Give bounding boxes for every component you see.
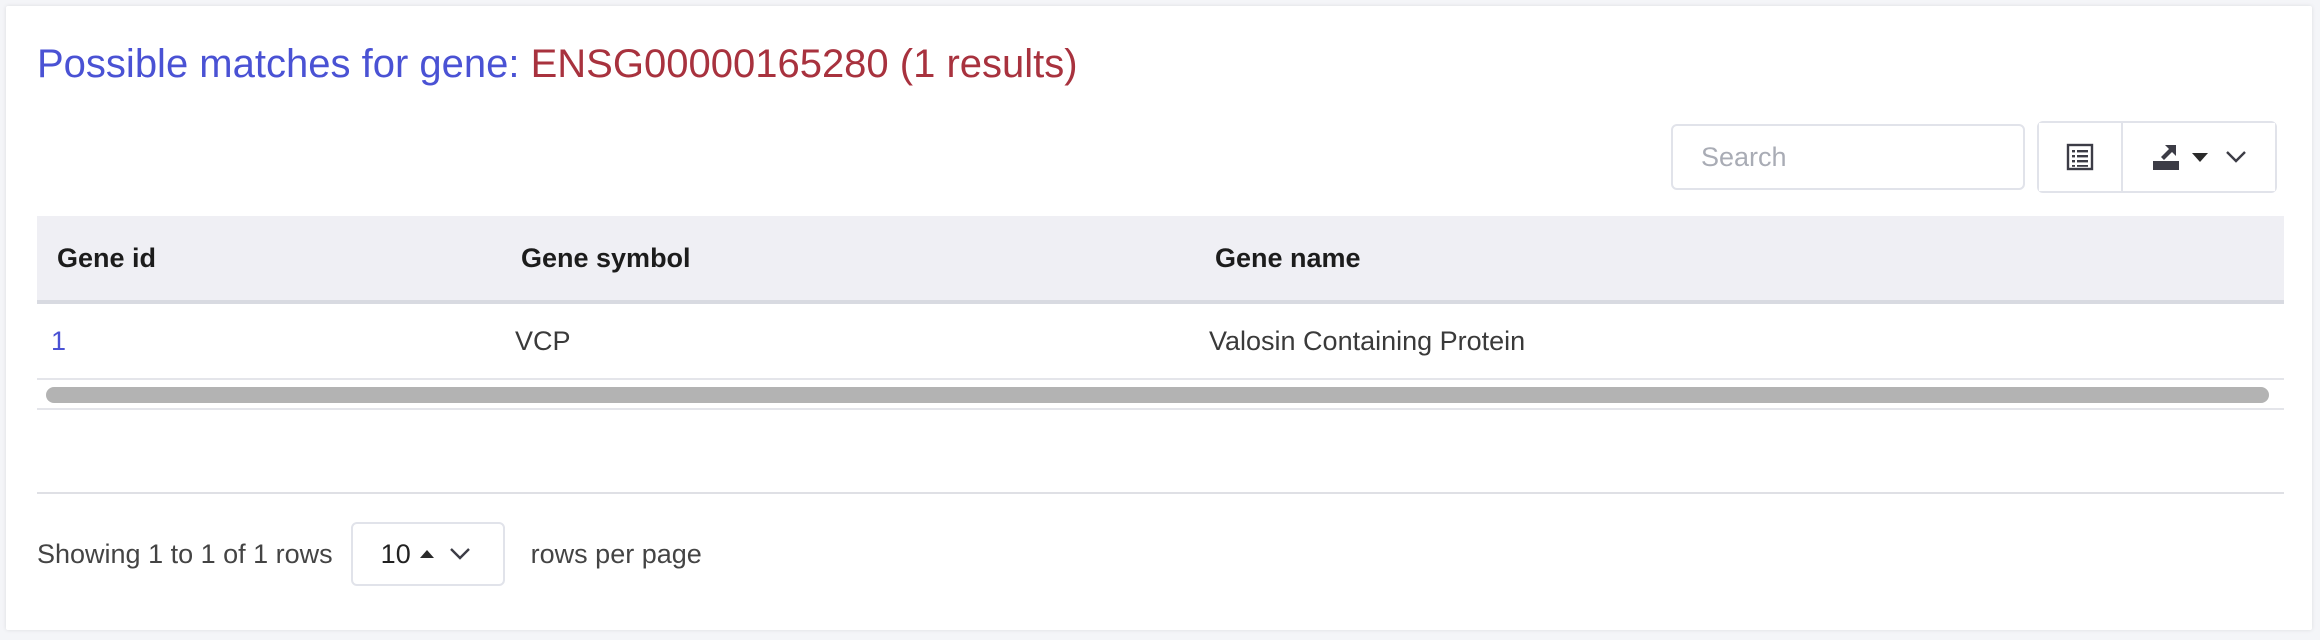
column-header-gene-symbol[interactable]: Gene symbol — [501, 216, 1195, 304]
caret-up-icon — [419, 550, 434, 558]
page-size-value: 10 — [380, 538, 411, 569]
pagination-info: Showing 1 to 1 of 1 rows — [37, 538, 333, 569]
search-input[interactable] — [1671, 124, 2025, 190]
title-gene-results: ENSG00000165280 (1 results) — [530, 42, 1078, 86]
columns-list-icon — [2066, 143, 2094, 171]
export-dropdown-button[interactable] — [2123, 123, 2275, 191]
cell-gene-id-link[interactable]: 1 — [37, 302, 501, 380]
chevron-down-icon — [449, 548, 470, 560]
caret-down-icon — [2192, 153, 2208, 162]
columns-toggle-button[interactable] — [2039, 123, 2123, 191]
page-size-dropdown[interactable]: 10 — [350, 522, 505, 586]
results-card: Possible matches for gene: ENSG000001652… — [6, 6, 2312, 630]
footer-divider — [37, 492, 2284, 494]
title-lead: Possible matches for gene: — [37, 42, 520, 86]
cell-gene-symbol: VCP — [501, 302, 1195, 380]
table-row: 1 VCP Valosin Containing Protein — [37, 302, 2284, 380]
cell-gene-name: Valosin Containing Protein — [1195, 302, 2284, 380]
page-title: Possible matches for gene: ENSG000001652… — [37, 40, 1078, 88]
scrollbar-thumb[interactable] — [46, 387, 2269, 403]
chevron-down-icon — [2226, 151, 2246, 163]
results-table: Gene id Gene symbol Gene name 1 VCP Valo… — [37, 216, 2284, 380]
results-table-wrapper: Gene id Gene symbol Gene name 1 VCP Valo… — [37, 216, 2284, 410]
column-header-gene-id[interactable]: Gene id — [37, 216, 501, 304]
toolbar-button-group — [2037, 121, 2277, 193]
pagination-footer: Showing 1 to 1 of 1 rows 10 rows per pag… — [37, 522, 702, 586]
table-header-row: Gene id Gene symbol Gene name — [37, 216, 2284, 304]
table-toolbar — [1671, 121, 2277, 193]
export-download-icon — [2153, 145, 2179, 170]
horizontal-scrollbar[interactable] — [37, 380, 2284, 410]
column-header-gene-name[interactable]: Gene name — [1195, 216, 2284, 304]
rows-per-page-label: rows per page — [530, 538, 702, 569]
